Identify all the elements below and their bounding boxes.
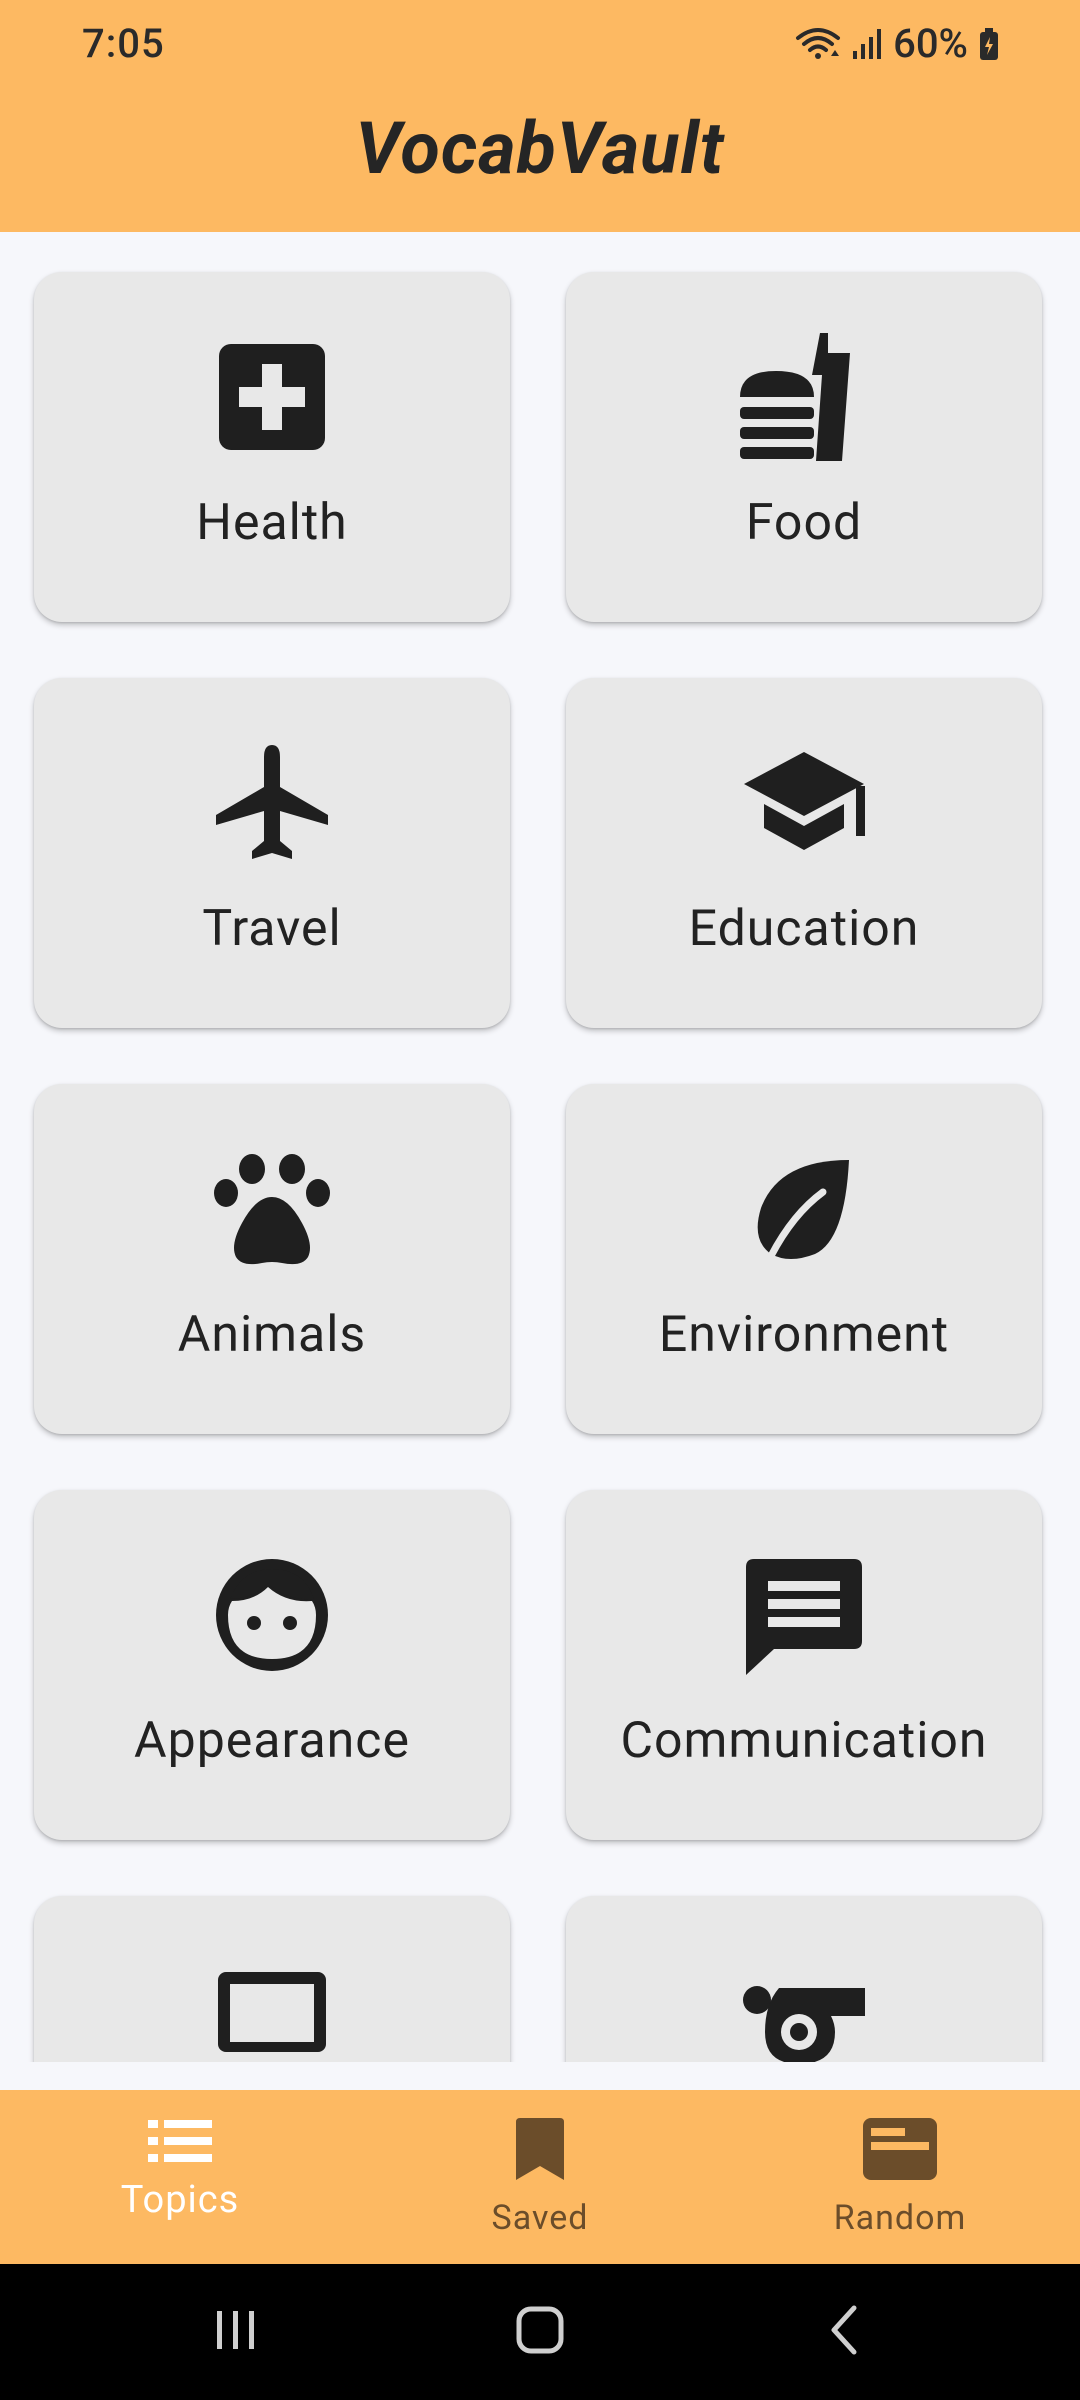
battery-icon [978, 27, 1000, 61]
topic-label: Travel [202, 900, 342, 958]
bottom-navigation: Topics Saved Random [0, 2090, 1080, 2264]
app-header: 7:05 60% VocabVault [0, 0, 1080, 232]
topic-grid: Health Food Travel Education Animals Env… [0, 232, 1080, 2062]
medical-cross-icon [202, 327, 342, 467]
signal-icon [851, 27, 883, 61]
leaf-icon [734, 1139, 874, 1279]
list-icon [148, 2118, 212, 2168]
topic-card-travel[interactable]: Travel [34, 678, 510, 1028]
status-indicators: 60% [795, 20, 1000, 67]
laptop-icon [202, 1951, 342, 2062]
nav-label-topics: Topics [120, 2178, 240, 2222]
topic-label: Education [688, 900, 920, 958]
topic-card-environment[interactable]: Environment [566, 1084, 1042, 1434]
nav-tab-topics[interactable]: Topics [0, 2090, 360, 2264]
topic-card-food[interactable]: Food [566, 272, 1042, 622]
topic-label: Appearance [134, 1712, 410, 1770]
topic-card-sports[interactable] [566, 1896, 1042, 2062]
nav-label-saved: Saved [491, 2198, 589, 2238]
recent-apps-button[interactable] [196, 2264, 276, 2400]
chat-message-icon [734, 1545, 874, 1685]
topic-card-health[interactable]: Health [34, 272, 510, 622]
topic-card-animals[interactable]: Animals [34, 1084, 510, 1434]
topic-label: Health [196, 494, 348, 552]
recent-apps-icon [213, 2307, 259, 2357]
paw-icon [202, 1139, 342, 1279]
topic-label: Animals [177, 1306, 367, 1364]
random-card-icon [863, 2118, 937, 2184]
system-navigation-bar [0, 2264, 1080, 2400]
topic-card-education[interactable]: Education [566, 678, 1042, 1028]
topic-card-appearance[interactable]: Appearance [34, 1490, 510, 1840]
whistle-icon [734, 1951, 874, 2062]
topic-card-communication[interactable]: Communication [566, 1490, 1042, 1840]
battery-percentage: 60% [893, 20, 968, 67]
topic-label: Communication [620, 1712, 988, 1770]
nav-tab-random[interactable]: Random [720, 2090, 1080, 2264]
airplane-icon [202, 733, 342, 873]
back-icon [824, 2304, 864, 2360]
wifi-icon [795, 26, 841, 62]
bookmark-icon [516, 2118, 564, 2184]
app-title: VocabVault [355, 106, 725, 191]
back-button[interactable] [804, 2264, 884, 2400]
home-icon [514, 2304, 566, 2360]
nav-label-random: Random [833, 2198, 967, 2238]
home-button[interactable] [500, 2264, 580, 2400]
fastfood-icon [734, 327, 874, 467]
graduation-cap-icon [734, 733, 874, 873]
nav-tab-saved[interactable]: Saved [360, 2090, 720, 2264]
topic-label: Environment [658, 1306, 950, 1364]
face-icon [202, 1545, 342, 1685]
topic-card-technology[interactable] [34, 1896, 510, 2062]
status-time: 7:05 [82, 20, 165, 67]
topic-label: Food [745, 494, 863, 552]
